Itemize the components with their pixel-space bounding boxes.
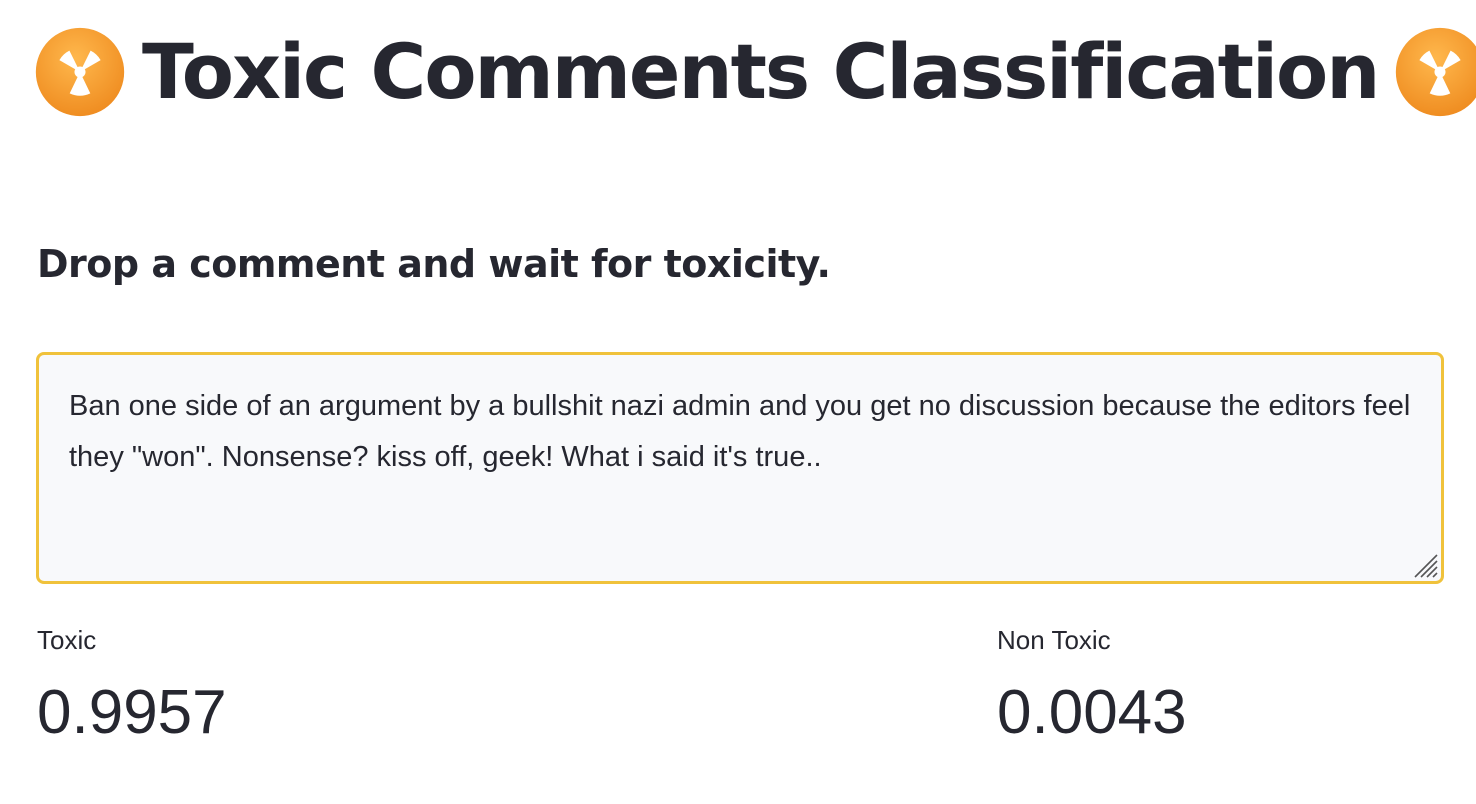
comment-input[interactable]: Ban one side of an argument by a bullshi… [39, 355, 1441, 581]
toxic-metric-label: Toxic [37, 625, 97, 655]
toxic-metric: Toxic 0.9957 [37, 620, 227, 758]
toxic-metric-value: 0.9957 [37, 678, 227, 747]
radioactive-icon [35, 27, 125, 117]
app-page: Toxic Comments Classification Drop a com… [0, 0, 1476, 804]
page-subtitle: Drop a comment and wait for toxicity. [37, 242, 831, 286]
page-header: Toxic Comments Classification [34, 22, 1476, 122]
non-toxic-metric-label: Non Toxic [997, 625, 1111, 655]
non-toxic-metric: Non Toxic 0.0043 [997, 620, 1187, 758]
comment-input-container: Ban one side of an argument by a bullshi… [36, 352, 1444, 584]
resize-handle-icon[interactable] [1411, 551, 1439, 579]
page-title: Toxic Comments Classification [142, 27, 1380, 116]
non-toxic-metric-value: 0.0043 [997, 678, 1187, 747]
radioactive-icon [1396, 27, 1476, 117]
